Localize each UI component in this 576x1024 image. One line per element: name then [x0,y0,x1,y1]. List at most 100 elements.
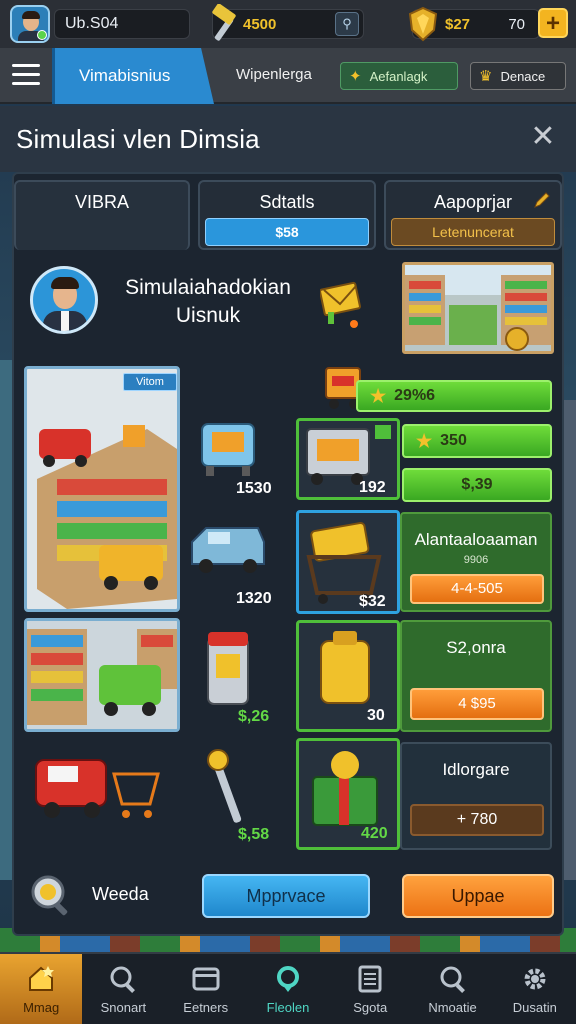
offer-title: S2,onra [446,638,506,657]
gem-pill: $27 70 [408,6,540,42]
nav-bar: Vimabisnius Wipenlerga ✦ Aefanlagk ♛ Den… [0,48,576,104]
tab-label: VIBRA [74,192,130,212]
offer-buy-button[interactable]: + 780 [410,804,544,836]
close-icon[interactable]: ✕ [528,122,558,152]
tab-vibra[interactable]: VIBRA [14,180,190,250]
bottom-nav-label: Mmag [23,1000,60,1015]
search-icon [110,966,136,993]
offer-panel-2: S2,onra 4 $95 [400,620,552,732]
footer-label: Weeda [92,884,149,904]
rating-bar[interactable]: ★ 350 [402,424,552,458]
progress-bar-top: ★ 29%6 [356,380,552,412]
owner-avatar [30,266,98,334]
bottom-nav-settings[interactable]: Dusatin [494,954,576,1024]
upgrade-orange-button[interactable]: Uppae [402,874,554,918]
modal-header: Simulasi vlen Dimsia ✕ [0,106,576,172]
offer-panel-3: Idlorgare + 780 [400,742,552,850]
nav-link[interactable]: Wipenlerga [236,66,312,83]
bottom-nav-search-2[interactable]: Nmoatie [411,954,493,1024]
item-value: $,26 [238,708,270,725]
status-bar: Ub.S04 4500 ⚲ $27 70 + [0,0,576,48]
bottom-nav-home[interactable]: Mmag [0,954,83,1024]
tab-label: Sdtatls [259,192,315,212]
offer-buy-button[interactable]: 4-4-505 [410,574,544,604]
bottom-nav-cards[interactable]: Eetners [165,954,247,1024]
nav-green-label: Aefanlagk [369,68,428,84]
offer-subtitle: 9906 [463,554,489,566]
bottom-nav-label: Snonart [100,1000,147,1015]
red-truck-cart-icon[interactable] [30,740,170,830]
scanner-machine-icon[interactable] [200,628,260,708]
item-value: 1530 [236,480,272,497]
gem-count: 70 [508,15,525,33]
item-value: 1320 [236,590,272,607]
offer-buy-button[interactable]: 4 $95 [410,688,544,720]
shield-coin-icon [408,6,438,42]
nav-dark-label: Denace [500,68,546,84]
bottom-nav-label: Sgota [353,1000,388,1015]
list-icon [358,965,382,993]
golden-bag-tile[interactable]: 30 [296,620,400,732]
username-text: Ub.S04 [65,15,119,32]
star-icon: ★ [370,385,387,406]
tile-value: 30 [367,707,385,724]
offer-title: Alantaaloaaman [414,530,538,549]
username-pill: Ub.S04 [54,9,190,39]
crown-icon: ♛ [479,68,493,85]
tile-value: 420 [361,825,388,842]
bottom-nav-location[interactable]: Fleolen [247,954,329,1024]
star-icon: ★ [416,430,433,451]
trailer-tile[interactable]: 192 [296,418,400,500]
hammer-icon [212,4,236,41]
cash-value: 4500 [243,15,277,33]
store-aisle-image[interactable] [24,618,180,732]
bottom-nav-list[interactable]: Sgota [329,954,411,1024]
tab-upgrade[interactable]: Aapoprjar Letenuncerat [384,180,562,250]
location-icon [276,966,299,992]
business-name: Simulaiahadokian Uisnuk [125,276,291,327]
bottom-nav-label: Fleolen [266,1000,310,1015]
cash-pill: 4500 ⚲ [212,4,364,41]
bottom-nav-label: Dusatin [512,1000,557,1015]
gift-basket-tile[interactable]: 420 [296,738,400,850]
search-icon[interactable]: ⚲ [335,12,359,36]
offer-panel-1: Alantaaloaaman 9906 4-4-505 [400,512,552,612]
search-icon [440,966,465,993]
gear-icon [524,968,546,990]
delivery-van-icon[interactable] [188,520,268,580]
tab-stats[interactable]: Sdtatls $58 [198,180,376,250]
tile-value: 192 [359,479,386,496]
star-icon: ✦ [349,68,362,85]
tab-status-bar: Letenuncerat [391,218,555,246]
store-preview-image [402,262,554,354]
bottom-nav-label: Nmoatie [428,1000,477,1015]
store-shelf-image[interactable]: Vitom [24,366,180,612]
card-icon [192,967,220,991]
bottom-nav-label: Eetners [183,1000,229,1015]
bottom-nav-search[interactable]: Snonart [82,954,164,1024]
gem-value: $27 [445,15,471,33]
nav-dark-button[interactable]: ♛ Denace [470,62,566,90]
coin-magnifier-icon [31,875,68,916]
modal-title: Simulasi vlen Dimsia [16,124,260,154]
basket-tile[interactable]: $32 [296,510,400,614]
business-panel: VIBRA Sdtatls $58 Aapoprjar Letenuncerat… [12,172,564,936]
price-value: $,39 [461,476,493,493]
hamburger-menu-icon[interactable] [12,64,40,86]
item-value: $,58 [238,826,270,843]
player-avatar[interactable] [10,5,50,43]
wrench-tool-icon[interactable] [200,744,260,834]
pencil-icon[interactable] [532,190,552,210]
offer-title: Idlorgare [442,760,510,779]
tab-value-bar: $58 [205,218,369,246]
price-bar[interactable]: $,39 [402,468,552,502]
mail-icon[interactable] [320,278,364,330]
nav-tab-active[interactable]: Vimabisnius [52,48,214,104]
add-currency-button[interactable]: + [538,8,568,38]
progress-value: 29%6 [394,387,436,404]
cooler-icon[interactable] [196,410,266,480]
upgrade-blue-button[interactable]: Mpprvace [202,874,370,918]
nav-green-button[interactable]: ✦ Aefanlagk [340,62,458,90]
bottom-nav: Mmag Snonart Eetners Fleolen Sgota Nmoat… [0,952,576,1024]
home-icon [29,966,55,991]
